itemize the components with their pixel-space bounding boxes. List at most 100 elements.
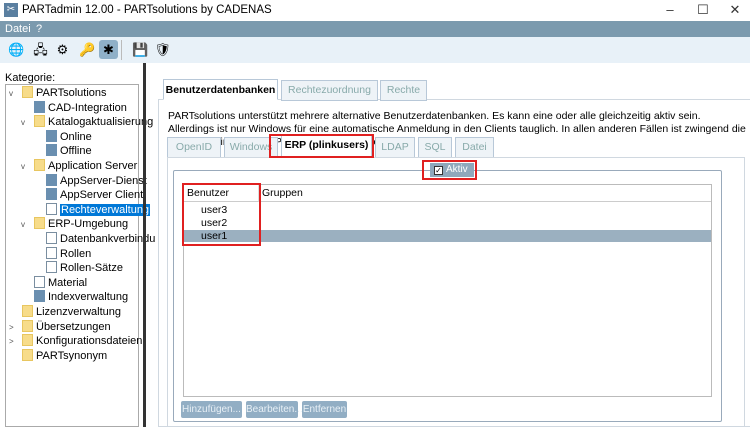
tree-item[interactable]: Datenbankverbindu [46, 232, 155, 247]
subtab-ldap[interactable]: LDAP [375, 137, 415, 158]
tree-item-label: Lizenzverwaltung [36, 306, 121, 318]
tree-item-label: Offline [60, 145, 92, 158]
tree-item[interactable]: PARTsynonym [22, 348, 108, 364]
tree-item-label: AppServer-Dienst [60, 174, 147, 187]
tree-item-label: Material [48, 276, 88, 289]
gear-icon [46, 129, 57, 142]
users-table[interactable]: Benutzer Gruppen user3 user2 user1 [183, 184, 712, 397]
highlight-benutzer [182, 183, 261, 246]
tree-item-label: Online [60, 130, 92, 143]
gear-icon [46, 173, 57, 186]
maximize-button[interactable]: ☐ [688, 2, 718, 19]
menu-bar: Datei ? [0, 21, 750, 37]
subtab-sql[interactable]: SQL [418, 137, 452, 158]
expander-icon[interactable]: v [21, 217, 25, 232]
tree-item[interactable]: Offline [46, 144, 92, 159]
gear-icon [46, 188, 57, 201]
tree-item-label: Rollen-Sätze [60, 262, 123, 275]
folder-icon [22, 348, 33, 361]
tree-item[interactable]: > Konfigurationsdateien [9, 334, 143, 349]
expander-icon[interactable]: > [9, 334, 14, 349]
tab-rechte[interactable]: Rechte [380, 80, 427, 101]
minimize-button[interactable]: – [655, 2, 685, 19]
gear-icon [34, 290, 45, 303]
tab-benutzerdatenbanken[interactable]: Benutzerdatenbanken [163, 79, 278, 100]
menu-datei[interactable]: Datei [5, 23, 31, 35]
tree-item[interactable]: Rollen-Sätze [46, 261, 123, 276]
remove-button[interactable]: Entfernen [302, 401, 347, 418]
folder-icon [34, 115, 45, 128]
tree-item[interactable]: v ERP-Umgebung [21, 217, 129, 232]
close-button[interactable]: ✕ [720, 2, 750, 19]
page-icon [46, 232, 57, 244]
page-icon [46, 202, 57, 215]
add-button[interactable]: Hinzufügen... [181, 401, 242, 418]
tree-item[interactable]: Rechteverwaltung [46, 202, 151, 218]
tree-item-label: Katalogaktualisierung [48, 116, 154, 129]
folder-icon [22, 86, 33, 98]
toolbar: 🌐 🖧 ⚙ 🔑 ✱ 💾 🛡 [0, 37, 750, 63]
rights-gear-icon[interactable]: ✱ [99, 40, 118, 59]
category-label: Kategorie: [5, 72, 56, 84]
subtab-datei[interactable]: Datei [455, 137, 494, 158]
tree-item[interactable]: > Übersetzungen [9, 319, 111, 335]
expander-icon[interactable]: v [21, 159, 25, 174]
subtab-openid[interactable]: OpenID [167, 137, 221, 158]
tree-item[interactable]: Indexverwaltung [34, 290, 128, 305]
folder-icon [34, 217, 45, 230]
tab-rechtezuordnung[interactable]: Rechtezuordnung [281, 80, 378, 101]
column-header-gruppen[interactable]: Gruppen [259, 185, 711, 202]
tree-item[interactable]: Material [34, 275, 88, 291]
page-icon [46, 246, 57, 259]
folder-icon [34, 159, 45, 171]
keys-icon[interactable]: 🔑 [78, 40, 97, 59]
tree-item[interactable]: v Application Server [21, 159, 138, 174]
tree-item[interactable]: v PARTsolutions [9, 86, 107, 101]
tree-item-label: CAD-Integration [48, 101, 127, 114]
tree-item-label: Rechteverwaltung [60, 203, 151, 216]
folder-icon [22, 305, 33, 317]
tree-item-label: Rollen [60, 247, 92, 260]
tree-item-label: Application Server [48, 160, 138, 172]
window-title: PARTadmin 12.00 - PARTsolutions by CADEN… [22, 4, 272, 16]
save-icon[interactable]: 💾 [131, 40, 150, 59]
table-row[interactable]: user1 [184, 230, 711, 242]
page-icon [34, 275, 45, 288]
tree-item-label: Konfigurationsdateien [36, 335, 143, 348]
expander-icon[interactable]: v [9, 86, 13, 101]
hierarchy-icon[interactable]: ⚙ [53, 40, 72, 59]
app-icon: ✂ [4, 3, 18, 17]
table-row[interactable]: user3 [184, 204, 711, 216]
server-icon[interactable]: 🖧 [31, 40, 50, 59]
tree-item[interactable]: AppServer Client [46, 188, 143, 203]
tree-item-label: PARTsolutions [36, 87, 107, 99]
tree-item-label: ERP-Umgebung [48, 218, 129, 231]
folder-icon [22, 334, 33, 347]
tree-item[interactable]: Online [46, 129, 92, 145]
expander-icon[interactable]: v [21, 115, 25, 130]
tree-item-label: Übersetzungen [36, 320, 111, 333]
splitter[interactable] [143, 63, 146, 427]
tree-item[interactable]: CAD-Integration [34, 100, 127, 116]
shield-icon[interactable]: 🛡 [153, 40, 172, 59]
tree-item-label: AppServer Client [60, 189, 144, 202]
page-icon [46, 261, 57, 274]
tree-item-label: Indexverwaltung [48, 291, 129, 304]
gear-icon [46, 144, 57, 157]
tree-item[interactable]: AppServer-Dienst [46, 173, 147, 189]
tree-item-label: PARTsynonym [36, 349, 108, 362]
table-row[interactable]: user2 [184, 217, 711, 229]
tree-item[interactable]: Rollen [46, 246, 92, 262]
toolbar-separator [121, 40, 122, 60]
gear-icon [34, 100, 45, 113]
tree-item[interactable]: v Katalogaktualisierung [21, 115, 154, 130]
globe-sync-icon[interactable]: 🌐 [7, 40, 26, 59]
expander-icon[interactable]: > [9, 320, 14, 335]
edit-button[interactable]: Bearbeiten... [246, 401, 303, 418]
category-tree[interactable]: v PARTsolutions CAD-Integration v Katalogakt… [5, 84, 155, 427]
tree-item-label: Datenbankverbindu [60, 233, 156, 245]
title-bar: ✂ PARTadmin 12.00 - PARTsolutions by CAD… [0, 0, 750, 21]
highlight-erp-tab [269, 134, 374, 158]
menu-help[interactable]: ? [36, 23, 42, 35]
tree-item[interactable]: Lizenzverwaltung [22, 305, 121, 320]
